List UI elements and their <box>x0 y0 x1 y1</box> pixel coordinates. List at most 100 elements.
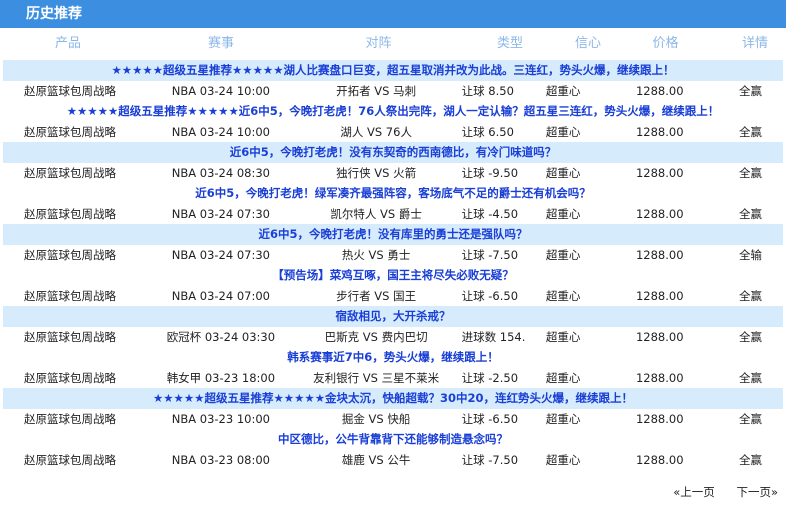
row-match: 热火 VS 勇士 <box>341 248 411 262</box>
table-row: 赵原篮球包周战略 NBA 03-24 07:30 凯尔特人 VS 爵士 让球 -4.5… <box>3 204 783 224</box>
table-row: 赵原篮球包周战略 NBA 03-23 08:00 雄鹿 VS 公牛 让球 -7.50 超… <box>3 450 783 470</box>
row-type: 让球 -6.50 <box>461 289 519 303</box>
recommendation-item: 宿敌相见，大开杀戒？ 赵原篮球包周战略 欧冠杯 03-24 03:30 巴斯克 VS … <box>3 306 783 347</box>
recommendation-headline-link[interactable]: ★★★★★超级五星推荐★★★★★金块太沉，快船超载？30中20，连红势头火爆，继… <box>3 388 783 409</box>
recommendation-item: 近6中5，今晚打老虎！绿军凑齐最强阵容，客场底气不足的爵士还有机会吗？ 赵原篮球包… <box>3 183 783 224</box>
row-confidence: 超重心 <box>545 371 581 385</box>
prev-page-link[interactable]: «上一页 <box>673 485 715 499</box>
recommendation-headline-link[interactable]: ★★★★★超级五星推荐★★★★★湖人比赛盘口巨变，超五星取消并改为此战。三连红，… <box>3 60 783 81</box>
history-panel: 历史推荐 产品 赛事 对阵 类型 信心 价格 详情 ★★★★★超级五星推荐★★★… <box>0 0 786 508</box>
row-price: 1288.00 <box>635 248 684 262</box>
row-event: NBA 03-24 10:00 <box>171 84 270 98</box>
recommendation-headline-link[interactable]: 近6中5，今晚打老虎！绿军凑齐最强阵容，客场底气不足的爵士还有机会吗？ <box>3 183 783 204</box>
row-product: 赵原篮球包周战略 <box>24 289 117 303</box>
header-type: 类型 <box>496 36 523 51</box>
row-event: 欧冠杯 03-24 03:30 <box>166 330 276 344</box>
row-type: 让球 -7.50 <box>461 453 519 467</box>
row-event: NBA 03-24 10:00 <box>171 125 270 139</box>
recommendation-item: 近6中5，今晚打老虎！没有东契奇的西南德比，有冷门味道吗？ 赵原篮球包周战略 NBA… <box>3 142 783 183</box>
row-price: 1288.00 <box>635 330 684 344</box>
row-confidence: 超重心 <box>545 248 581 262</box>
row-event: NBA 03-24 07:30 <box>171 248 270 262</box>
row-event: NBA 03-23 08:00 <box>171 453 270 467</box>
recommendation-list: ★★★★★超级五星推荐★★★★★湖人比赛盘口巨变，超五星取消并改为此战。三连红，… <box>0 60 786 470</box>
row-product: 赵原篮球包周战略 <box>24 84 117 98</box>
header-product: 产品 <box>54 36 81 51</box>
row-type: 让球 -4.50 <box>461 207 519 221</box>
row-type: 让球 -2.50 <box>461 371 519 385</box>
header-event: 赛事 <box>207 36 234 51</box>
row-product: 赵原篮球包周战略 <box>24 166 117 180</box>
header-confidence: 信心 <box>574 36 601 51</box>
row-confidence: 超重心 <box>545 289 581 303</box>
table-row: 赵原篮球包周战略 NBA 03-24 07:30 热火 VS 勇士 让球 -7.50 超… <box>3 245 783 265</box>
row-price: 1288.00 <box>635 166 684 180</box>
row-product: 赵原篮球包周战略 <box>24 412 117 426</box>
row-match: 步行者 VS 国王 <box>336 289 417 303</box>
recommendation-item: 【预告场】菜鸡互啄，国王主将尽失必败无疑？ 赵原篮球包周战略 NBA 03-24 0… <box>3 265 783 306</box>
row-type: 让球 -7.50 <box>461 248 519 262</box>
recommendation-headline-link[interactable]: 中区德比，公牛背靠背下还能够制造悬念吗？ <box>3 429 783 450</box>
row-detail[interactable]: 全赢 <box>718 286 783 306</box>
row-confidence: 超重心 <box>545 84 581 98</box>
recommendation-item: ★★★★★超级五星推荐★★★★★近6中5，今晚打老虎！76人祭出完阵，湖人一定认… <box>3 101 783 142</box>
row-type: 让球 -6.50 <box>461 412 519 426</box>
header-match: 对阵 <box>365 36 392 51</box>
row-price: 1288.00 <box>635 412 684 426</box>
row-event: NBA 03-24 07:30 <box>171 207 270 221</box>
row-type: 进球数 154.50 <box>461 330 525 344</box>
row-confidence: 超重心 <box>545 207 581 221</box>
row-confidence: 超重心 <box>545 330 581 344</box>
pagination: «上一页 下一页» <box>655 484 778 500</box>
panel-title: 历史推荐 <box>0 0 786 28</box>
table-row: 赵原篮球包周战略 NBA 03-24 10:00 开拓者 VS 马刺 让球 8.50 超… <box>3 81 783 101</box>
row-match: 掘金 VS 快船 <box>341 412 411 426</box>
row-type: 让球 6.50 <box>461 125 514 139</box>
table-row: 赵原篮球包周战略 NBA 03-24 08:30 独行侠 VS 火箭 让球 -9.50… <box>3 163 783 183</box>
row-detail[interactable]: 全赢 <box>718 163 783 183</box>
row-product: 赵原篮球包周战略 <box>24 330 117 344</box>
row-product: 赵原篮球包周战略 <box>24 453 117 467</box>
recommendation-item: ★★★★★超级五星推荐★★★★★金块太沉，快船超载？30中20，连红势头火爆，继… <box>3 388 783 429</box>
row-event: NBA 03-24 07:00 <box>171 289 270 303</box>
recommendation-headline-link[interactable]: 韩系赛事近7中6，势头火爆，继续跟上！ <box>3 347 783 368</box>
row-product: 赵原篮球包周战略 <box>24 371 117 385</box>
row-detail[interactable]: 全赢 <box>718 409 783 429</box>
row-detail[interactable]: 全输 <box>718 245 783 265</box>
row-detail[interactable]: 全赢 <box>718 204 783 224</box>
recommendation-headline-link[interactable]: 宿敌相见，大开杀戒？ <box>3 306 783 327</box>
recommendation-headline-link[interactable]: 近6中5，今晚打老虎！没有库里的勇士还是强队吗？ <box>3 224 783 245</box>
row-price: 1288.00 <box>635 84 684 98</box>
row-match: 开拓者 VS 马刺 <box>336 84 417 98</box>
row-detail[interactable]: 全赢 <box>718 327 783 347</box>
table-row: 赵原篮球包周战略 韩女甲 03-23 18:00 友利银行 VS 三星不莱米 让球 -… <box>3 368 783 388</box>
recommendation-headline-link[interactable]: 近6中5，今晚打老虎！没有东契奇的西南德比，有冷门味道吗？ <box>3 142 783 163</box>
row-match: 湖人 VS 76人 <box>340 125 412 139</box>
recommendation-item: ★★★★★超级五星推荐★★★★★湖人比赛盘口巨变，超五星取消并改为此战。三连红，… <box>3 60 783 101</box>
recommendation-headline-link[interactable]: 【预告场】菜鸡互啄，国王主将尽失必败无疑？ <box>3 265 783 286</box>
table-row: 赵原篮球包周战略 欧冠杯 03-24 03:30 巴斯克 VS 费内巴切 进球数 15… <box>3 327 783 347</box>
row-product: 赵原篮球包周战略 <box>24 125 117 139</box>
row-price: 1288.00 <box>635 289 684 303</box>
row-confidence: 超重心 <box>545 453 581 467</box>
header-price: 价格 <box>652 36 679 51</box>
row-match: 凯尔特人 VS 爵士 <box>330 207 422 221</box>
header-detail: 详情 <box>741 36 768 51</box>
row-confidence: 超重心 <box>545 412 581 426</box>
row-price: 1288.00 <box>635 453 684 467</box>
table-row: 赵原篮球包周战略 NBA 03-23 10:00 掘金 VS 快船 让球 -6.50 超… <box>3 409 783 429</box>
row-price: 1288.00 <box>635 125 684 139</box>
row-match: 巴斯克 VS 费内巴切 <box>324 330 428 344</box>
row-event: NBA 03-24 08:30 <box>171 166 270 180</box>
table-row: 赵原篮球包周战略 NBA 03-24 10:00 湖人 VS 76人 让球 6.50 超… <box>3 122 783 142</box>
next-page-link[interactable]: 下一页» <box>736 485 778 499</box>
row-detail[interactable]: 全赢 <box>718 450 783 470</box>
row-detail[interactable]: 全赢 <box>718 368 783 388</box>
recommendation-item: 韩系赛事近7中6，势头火爆，继续跟上！ 赵原篮球包周战略 韩女甲 03-23 18:… <box>3 347 783 388</box>
row-confidence: 超重心 <box>545 125 581 139</box>
row-detail[interactable]: 全赢 <box>718 122 783 142</box>
row-match: 独行侠 VS 火箭 <box>336 166 417 180</box>
row-event: NBA 03-23 10:00 <box>171 412 270 426</box>
row-detail[interactable]: 全赢 <box>718 81 783 101</box>
recommendation-headline-link[interactable]: ★★★★★超级五星推荐★★★★★近6中5，今晚打老虎！76人祭出完阵，湖人一定认… <box>3 101 783 122</box>
